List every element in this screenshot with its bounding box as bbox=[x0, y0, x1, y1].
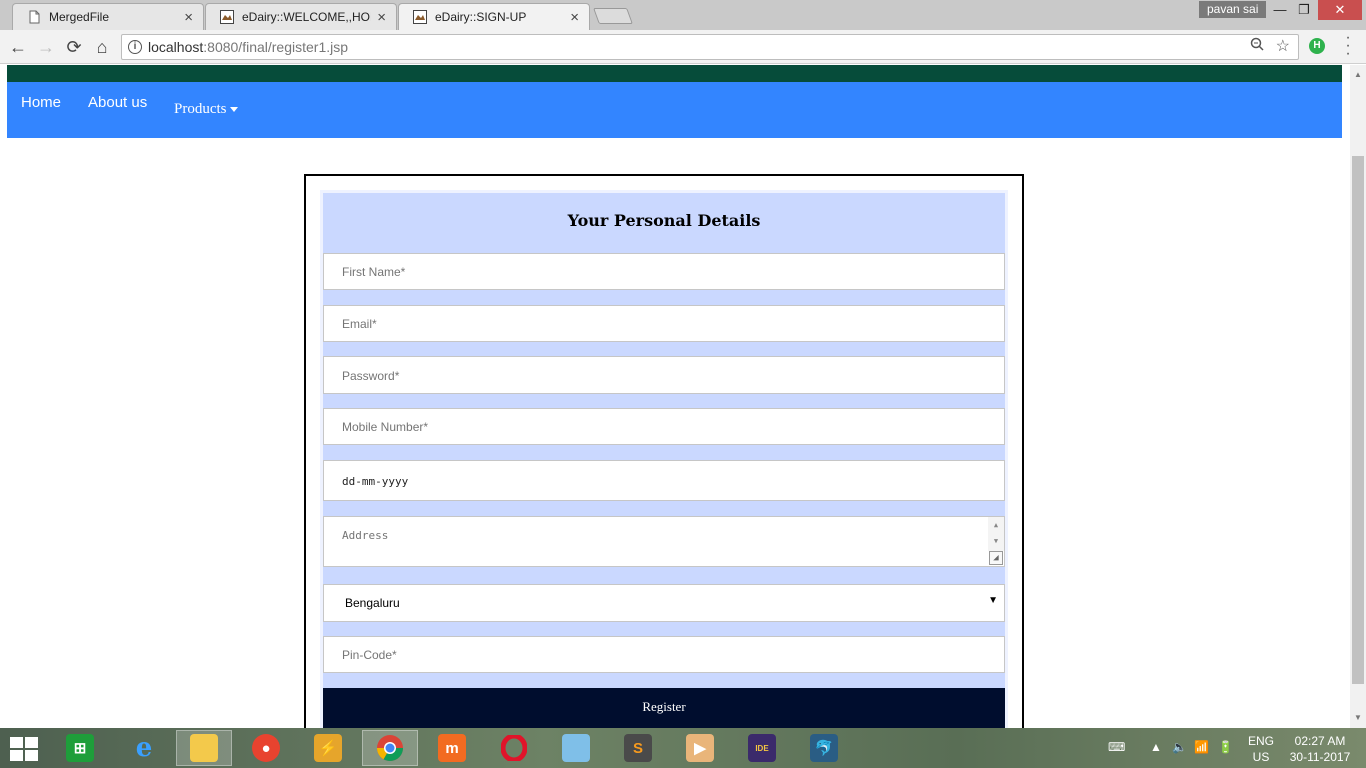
placeholder: Email* bbox=[342, 317, 377, 331]
first-name-input[interactable]: First Name* bbox=[323, 253, 1005, 290]
file-explorer-icon[interactable] bbox=[176, 730, 232, 766]
tab-title: MergedFile bbox=[49, 10, 110, 24]
register-button[interactable]: Register bbox=[323, 688, 1005, 728]
back-button[interactable]: ← bbox=[6, 35, 30, 59]
page-viewport: Home About us Products Your Personal Det… bbox=[0, 65, 1366, 728]
profile-button[interactable]: pavan sai bbox=[1199, 1, 1267, 18]
date-of-birth-input[interactable]: dd-mm-yyyy bbox=[323, 460, 1005, 501]
url-text: localhost:8080/final/register1.jsp bbox=[148, 39, 349, 55]
selected-city: Bengaluru bbox=[345, 596, 400, 610]
minimize-button[interactable]: — bbox=[1268, 0, 1292, 20]
header-strip bbox=[7, 65, 1342, 82]
textarea-scrollbar[interactable]: ▲ ▼ bbox=[988, 517, 1004, 551]
address-textarea[interactable]: Address ▲ ▼ ◢ bbox=[323, 516, 1005, 567]
forward-button[interactable]: → bbox=[34, 35, 58, 59]
browser-toolbar: ← → ⟳ ⌂ i localhost:8080/final/register1… bbox=[0, 30, 1366, 64]
input-language[interactable]: ENG US bbox=[1246, 733, 1276, 765]
site-navbar: Home About us Products bbox=[7, 82, 1342, 138]
browser-tabstrip: MergedFile × eDairy::WELCOME,,HOM × eDai… bbox=[0, 0, 1366, 30]
close-icon[interactable]: × bbox=[184, 9, 193, 26]
show-hidden-icons-icon[interactable]: ▲ bbox=[1150, 740, 1162, 768]
placeholder: First Name* bbox=[342, 265, 406, 279]
bookmark-star-icon[interactable]: ☆ bbox=[1276, 36, 1290, 56]
signup-form-container: Your Personal Details First Name* Email*… bbox=[304, 174, 1024, 728]
tab-mergedfile[interactable]: MergedFile × bbox=[12, 3, 204, 30]
store-icon[interactable]: ⊞ bbox=[52, 730, 108, 766]
scroll-up-icon[interactable]: ▲ bbox=[988, 521, 1004, 529]
winamp-icon[interactable]: ⚡ bbox=[300, 730, 356, 766]
video-player-icon[interactable]: ▶ bbox=[672, 730, 728, 766]
system-clock[interactable]: 02:27 AM 30-11-2017 bbox=[1286, 733, 1354, 765]
page-scrollbar[interactable]: ▲ ▼ bbox=[1350, 65, 1366, 728]
reload-button[interactable]: ⟳ bbox=[62, 35, 86, 59]
products-label: Products bbox=[174, 101, 227, 117]
placeholder: Address bbox=[342, 529, 389, 542]
nav-home-link[interactable]: Home bbox=[21, 94, 61, 111]
close-icon[interactable]: × bbox=[377, 9, 386, 26]
windows-start-icon[interactable] bbox=[10, 737, 38, 761]
tab-edairy-signup[interactable]: eDairy::SIGN-UP × bbox=[398, 3, 590, 30]
extension-icon[interactable]: H bbox=[1309, 38, 1325, 54]
scroll-up-icon[interactable]: ▲ bbox=[1350, 67, 1366, 83]
region-code: US bbox=[1252, 750, 1270, 764]
opera-icon[interactable] bbox=[486, 730, 542, 766]
placeholder: Mobile Number* bbox=[342, 420, 429, 434]
caret-down-icon bbox=[229, 107, 238, 113]
new-tab-button[interactable] bbox=[593, 8, 633, 24]
sublime-text-icon[interactable]: S bbox=[610, 730, 666, 766]
signup-form: Your Personal Details First Name* Email*… bbox=[320, 190, 1008, 728]
placeholder: Password* bbox=[342, 369, 400, 383]
email-input[interactable]: Email* bbox=[323, 305, 1005, 342]
info-icon[interactable]: i bbox=[128, 40, 142, 54]
screen: MergedFile × eDairy::WELCOME,,HOM × eDai… bbox=[0, 0, 1366, 768]
internet-explorer-icon[interactable]: e bbox=[116, 730, 172, 766]
windows-taskbar: ⊞ e ● ⚡ m S ▶ IDE 🐬 ⌨ ▲ 🔈 📶 🔋 ENG US 02:2… bbox=[0, 728, 1366, 768]
mobile-number-input[interactable]: Mobile Number* bbox=[323, 408, 1005, 445]
mi-pc-suite-icon[interactable]: m bbox=[424, 730, 480, 766]
mysql-workbench-icon[interactable]: 🐬 bbox=[796, 730, 852, 766]
tab-title: eDairy::WELCOME,,HOM bbox=[242, 10, 372, 24]
document-icon bbox=[27, 10, 41, 24]
chrome-icon[interactable] bbox=[362, 730, 418, 766]
clock-time: 02:27 AM bbox=[1294, 734, 1346, 748]
form-title: Your Personal Details bbox=[567, 211, 761, 230]
photos-icon[interactable] bbox=[548, 730, 604, 766]
password-input[interactable]: Password* bbox=[323, 356, 1005, 394]
battery-icon[interactable]: 🔋 bbox=[1218, 740, 1233, 768]
keyboard-icon[interactable]: ⌨ bbox=[1108, 740, 1125, 768]
menu-icon[interactable]: · · · bbox=[1343, 30, 1353, 62]
edairy-favicon-icon bbox=[413, 10, 427, 24]
home-button[interactable]: ⌂ bbox=[90, 35, 114, 59]
clock-date: 30-11-2017 bbox=[1289, 750, 1351, 764]
pincode-input[interactable]: Pin-Code* bbox=[323, 636, 1005, 673]
language-code: ENG bbox=[1247, 734, 1274, 748]
edairy-favicon-icon bbox=[220, 10, 234, 24]
date-value: dd-mm-yyyy bbox=[342, 475, 409, 488]
zoom-icon[interactable] bbox=[1250, 37, 1264, 55]
close-window-button[interactable]: ✕ bbox=[1318, 0, 1362, 20]
java-ee-ide-icon[interactable]: IDE bbox=[734, 730, 790, 766]
placeholder: Pin-Code* bbox=[342, 648, 397, 662]
nav-products-dropdown[interactable]: Products bbox=[174, 101, 238, 118]
close-icon[interactable]: × bbox=[570, 9, 579, 26]
address-bar[interactable]: i localhost:8080/final/register1.jsp ☆ bbox=[121, 34, 1299, 60]
tab-edairy-welcome[interactable]: eDairy::WELCOME,,HOM × bbox=[205, 3, 397, 30]
scroll-down-icon[interactable]: ▼ bbox=[1350, 710, 1366, 726]
volume-icon[interactable]: 🔈 bbox=[1172, 740, 1187, 768]
nav-about-link[interactable]: About us bbox=[88, 94, 147, 111]
city-select[interactable]: Bengaluru ▼ bbox=[323, 584, 1005, 622]
scrollbar-thumb[interactable] bbox=[1352, 156, 1364, 684]
restore-button[interactable]: ❐ bbox=[1292, 0, 1316, 20]
network-icon[interactable]: 📶 bbox=[1194, 740, 1209, 768]
screen-recorder-icon[interactable]: ● bbox=[238, 730, 294, 766]
dropdown-arrow-icon: ▼ bbox=[988, 595, 998, 606]
scroll-down-icon[interactable]: ▼ bbox=[988, 537, 1004, 545]
resize-grip-icon[interactable]: ◢ bbox=[989, 551, 1003, 565]
tab-title: eDairy::SIGN-UP bbox=[435, 10, 527, 24]
